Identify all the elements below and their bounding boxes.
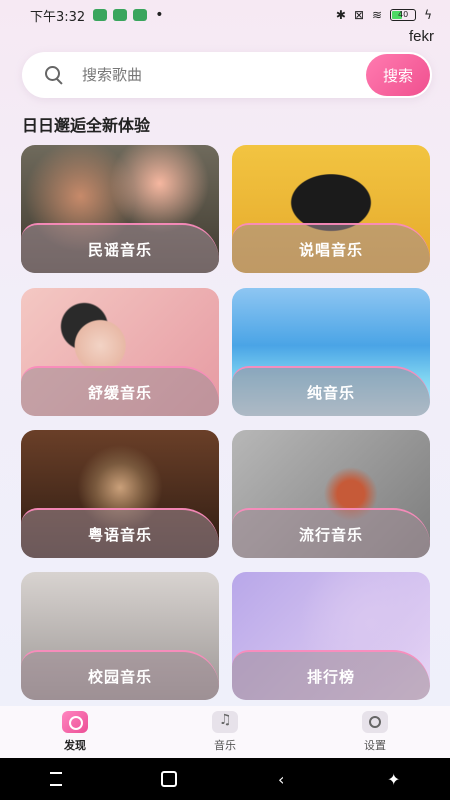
- more-notifications-icon: •: [155, 7, 164, 23]
- tab-label: 音乐: [214, 739, 236, 752]
- battery-icon: 40: [390, 9, 417, 21]
- accessibility-icon[interactable]: ✦: [379, 764, 409, 794]
- search-icon: [44, 65, 64, 85]
- music-note-icon: [212, 711, 238, 733]
- category-card-cantonese[interactable]: 粤语音乐: [21, 430, 219, 558]
- category-card-hiphop[interactable]: 说唱音乐: [232, 145, 430, 273]
- bluetooth-icon: ✱: [335, 8, 346, 22]
- wechat-notification-icon: [93, 9, 108, 21]
- tab-label: 设置: [364, 739, 386, 752]
- category-card-pop[interactable]: 流行音乐: [232, 430, 430, 558]
- card-label-band: 粤语音乐: [21, 508, 219, 558]
- no-sim-icon: ⊠: [353, 8, 365, 22]
- status-icons: ✱ ⊠ ≋ 40 ϟ: [336, 8, 432, 22]
- card-label: 粤语音乐: [87, 525, 152, 544]
- card-label: 校园音乐: [87, 667, 152, 686]
- card-label-band: 舒缓音乐: [21, 366, 219, 416]
- category-card-soothing[interactable]: 舒缓音乐: [21, 288, 219, 416]
- card-label: 排行榜: [306, 667, 355, 686]
- status-bar: 下午3:32 • ✱ ⊠ ≋ 40 ϟ: [0, 0, 450, 30]
- battery-level: 40: [397, 10, 409, 19]
- back-icon[interactable]: ‹: [266, 764, 296, 794]
- card-label-band: 流行音乐: [232, 508, 430, 558]
- card-label-band: 民谣音乐: [21, 223, 219, 273]
- card-label: 民谣音乐: [87, 240, 152, 259]
- app-notification-icon-2: [133, 9, 148, 21]
- card-label: 流行音乐: [298, 525, 363, 544]
- card-label: 纯音乐: [306, 383, 355, 402]
- card-label-band: 校园音乐: [21, 650, 219, 700]
- card-label: 舒缓音乐: [87, 383, 152, 402]
- category-card-campus[interactable]: 校园音乐: [21, 572, 219, 700]
- home-icon[interactable]: [154, 764, 184, 794]
- category-card-pure[interactable]: 纯音乐: [232, 288, 430, 416]
- tab-settings[interactable]: 设置: [300, 706, 450, 758]
- search-button[interactable]: 搜索: [366, 54, 430, 96]
- app-notification-icon: [113, 9, 128, 21]
- discover-icon: [62, 711, 88, 733]
- bottom-tab-bar: 发现 音乐 设置: [0, 706, 450, 758]
- card-label-band: 排行榜: [232, 650, 430, 700]
- search-input[interactable]: [82, 66, 366, 84]
- card-label-band: 说唱音乐: [232, 223, 430, 273]
- section-title: 日日邂逅全新体验: [22, 116, 151, 135]
- username[interactable]: fekr: [409, 28, 434, 45]
- system-nav-bar: ‹ ✦: [0, 758, 450, 800]
- settings-icon: [362, 711, 388, 733]
- status-time: 下午3:32: [30, 9, 86, 25]
- card-label-band: 纯音乐: [232, 366, 430, 416]
- menu-icon[interactable]: [41, 764, 71, 794]
- tab-music[interactable]: 音乐: [150, 706, 300, 758]
- tab-label: 发现: [64, 739, 86, 752]
- charging-icon: ϟ: [424, 8, 432, 22]
- tab-discover[interactable]: 发现: [0, 706, 150, 758]
- search-bar: 搜索: [22, 52, 432, 98]
- card-label: 说唱音乐: [298, 240, 363, 259]
- category-card-ranking[interactable]: 排行榜: [232, 572, 430, 700]
- category-card-folk[interactable]: 民谣音乐: [21, 145, 219, 273]
- wifi-icon: ≋: [372, 8, 383, 22]
